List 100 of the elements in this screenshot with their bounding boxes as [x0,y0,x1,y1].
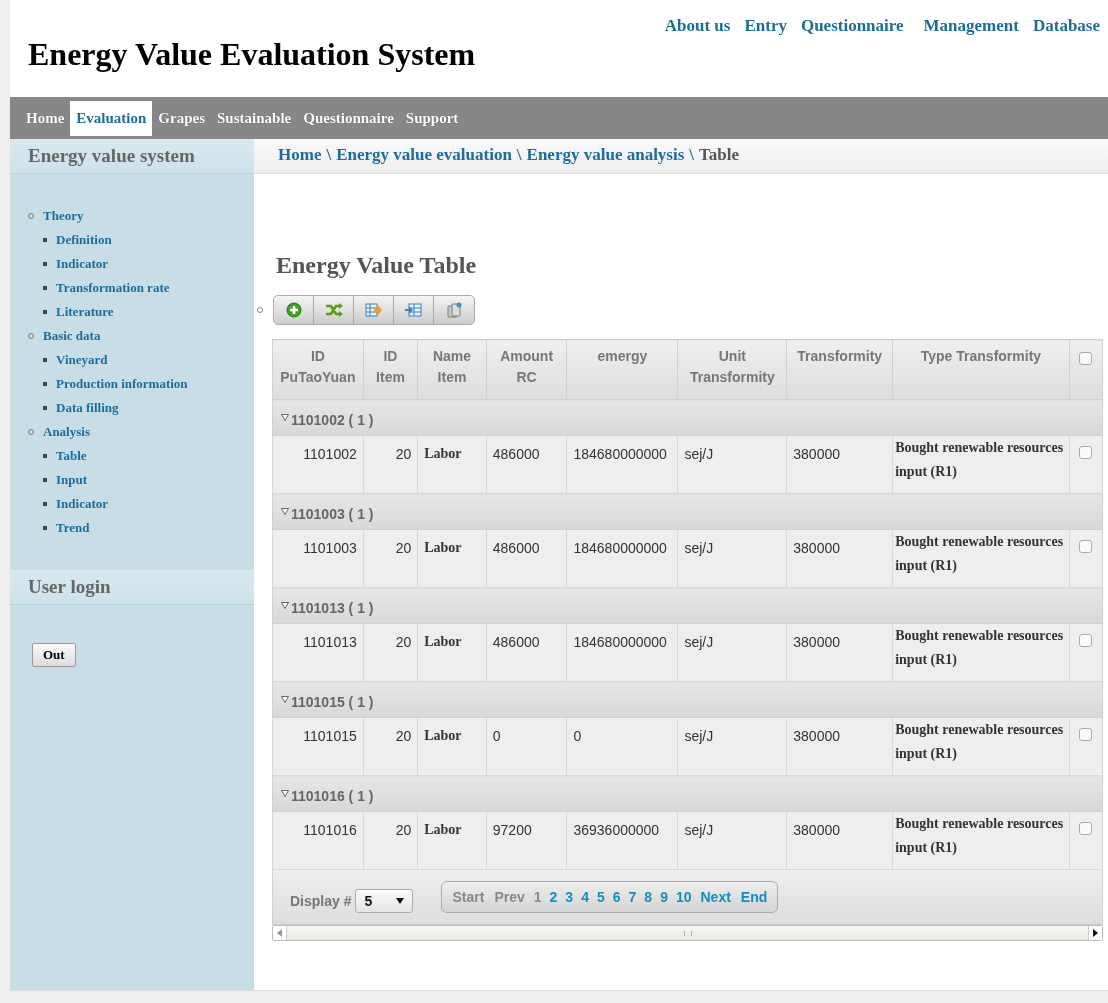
logout-button[interactable]: Out [32,643,76,667]
bullet-icon [43,286,47,290]
group-header[interactable]: 1101016 ( 1 ) [281,788,374,805]
table-cell: 1101013 [272,623,364,682]
table-cell: 184680000000 [566,529,678,588]
top-link[interactable]: About us [664,16,731,36]
nav-tab[interactable]: Grapes [152,100,212,136]
table-cell: Labor [417,529,487,588]
horizontal-scrollbar[interactable] [272,925,1103,941]
menu-item[interactable]: Production information [56,376,188,392]
pager-link[interactable]: End [735,889,773,905]
page-size-select[interactable]: 5 [355,889,414,913]
table-cell: Labor [417,717,487,776]
bullet-icon [43,526,47,530]
table-cell: Labor [417,623,487,682]
group-header[interactable]: 1101002 ( 1 ) [281,412,374,429]
group-header[interactable]: 1101015 ( 1 ) [281,694,374,711]
column-header[interactable]: Type Transformity [892,339,1070,400]
bullet-icon [43,262,47,266]
page-link[interactable]: 4 [577,889,593,905]
column-header[interactable]: Amount RC [486,339,567,400]
menu-item[interactable]: Indicator [56,256,108,272]
table-cell: 380000 [786,623,893,682]
top-link[interactable]: Entry [744,16,787,36]
page-link[interactable]: 2 [545,889,562,905]
row-checkbox[interactable] [1079,540,1093,553]
menu-item[interactable]: Transformation rate [56,280,170,296]
page-link[interactable]: 8 [640,889,657,905]
breadcrumb-link[interactable]: Home [278,139,322,173]
top-link[interactable]: Questionnaire [800,16,904,36]
row-checkbox[interactable] [1079,634,1093,647]
table-cell: 486000 [486,435,567,494]
select-all-checkbox[interactable] [1079,352,1093,365]
scroll-right-icon[interactable] [1088,926,1102,940]
table-cell: Bought renewable resources input (R1) [892,717,1070,776]
table-cell: 1101002 [272,435,364,494]
caret-icon [396,898,405,904]
table-cell: 380000 [786,717,893,776]
column-header[interactable]: ID PuTaoYuan [272,339,364,400]
page-link[interactable]: 5 [592,889,609,905]
table-cell: Labor [417,811,487,870]
column-header[interactable]: Name Item [417,339,487,400]
menu-item[interactable]: Vineyard [56,352,108,368]
expand-icon [281,601,289,609]
breadcrumb-current: Table [699,144,740,166]
shuffle-icon [324,302,343,318]
column-header[interactable]: ID Item [363,339,418,400]
nav-tab[interactable]: Sustainable [211,100,298,136]
breadcrumb-link[interactable]: Energy value analysis [526,139,685,173]
row-checkbox[interactable] [1079,446,1093,459]
page-link[interactable]: 3 [561,889,578,905]
page-link[interactable]: 6 [608,889,625,905]
menu-item[interactable]: Trend [56,520,90,536]
menu-item[interactable]: Basic data [43,328,101,344]
row-checkbox[interactable] [1079,728,1093,741]
nav-tab[interactable]: Questionnaire [297,100,400,136]
page-link[interactable]: 10 [671,889,696,905]
display-label: Display # [290,893,352,909]
nav-tab[interactable]: Support [399,100,465,136]
table-cell: 1101015 [272,717,364,776]
page-title: Energy Value Table [276,252,478,280]
row-checkbox[interactable] [1079,822,1093,835]
menu-item[interactable]: Input [56,472,88,488]
grip-icon [683,930,692,936]
scroll-left-icon[interactable] [273,926,287,940]
column-header[interactable]: Unit Transformity [677,339,787,400]
top-link[interactable]: Management [923,16,1019,36]
breadcrumb-link[interactable]: Energy value evaluation [336,139,512,173]
table-cell: sej/J [677,435,787,494]
expand-icon [281,789,289,797]
menu-item[interactable]: Indicator [56,496,108,512]
page-link[interactable]: 7 [624,889,641,905]
table-cell: sej/J [677,717,787,776]
nav-tab[interactable]: Evaluation [70,100,153,136]
add-icon [285,302,302,318]
column-header[interactable]: Transformity [786,339,893,400]
pager-link[interactable]: Next [695,889,736,905]
menu-item[interactable]: Definition [56,232,112,248]
page-link[interactable]: 9 [656,889,672,905]
top-link[interactable]: Database [1032,16,1100,36]
bullet-icon [43,238,47,242]
group-header[interactable]: 1101003 ( 1 ) [281,506,374,523]
bullet-icon [43,502,47,506]
page-link[interactable]: 1 [529,889,546,905]
table-cell: 380000 [786,435,893,494]
menu-item[interactable]: Table [56,448,87,464]
menu-item[interactable]: Analysis [43,424,90,440]
nav-tab[interactable]: Home [20,100,71,136]
table-cell: Bought renewable resources input (R1) [892,811,1070,870]
menu-item[interactable]: Data filling [56,400,119,416]
bullet-icon [43,478,47,482]
menu-item[interactable]: Theory [43,208,84,224]
group-header[interactable]: 1101013 ( 1 ) [281,600,374,617]
table-cell: 380000 [786,529,893,588]
table-cell: 97200 [486,811,567,870]
column-header[interactable]: emergy [566,339,678,400]
table-cell: 20 [363,529,418,588]
table-cell: 20 [363,623,418,682]
table-cell: 1101016 [272,811,364,870]
menu-item[interactable]: Literature [56,304,114,320]
